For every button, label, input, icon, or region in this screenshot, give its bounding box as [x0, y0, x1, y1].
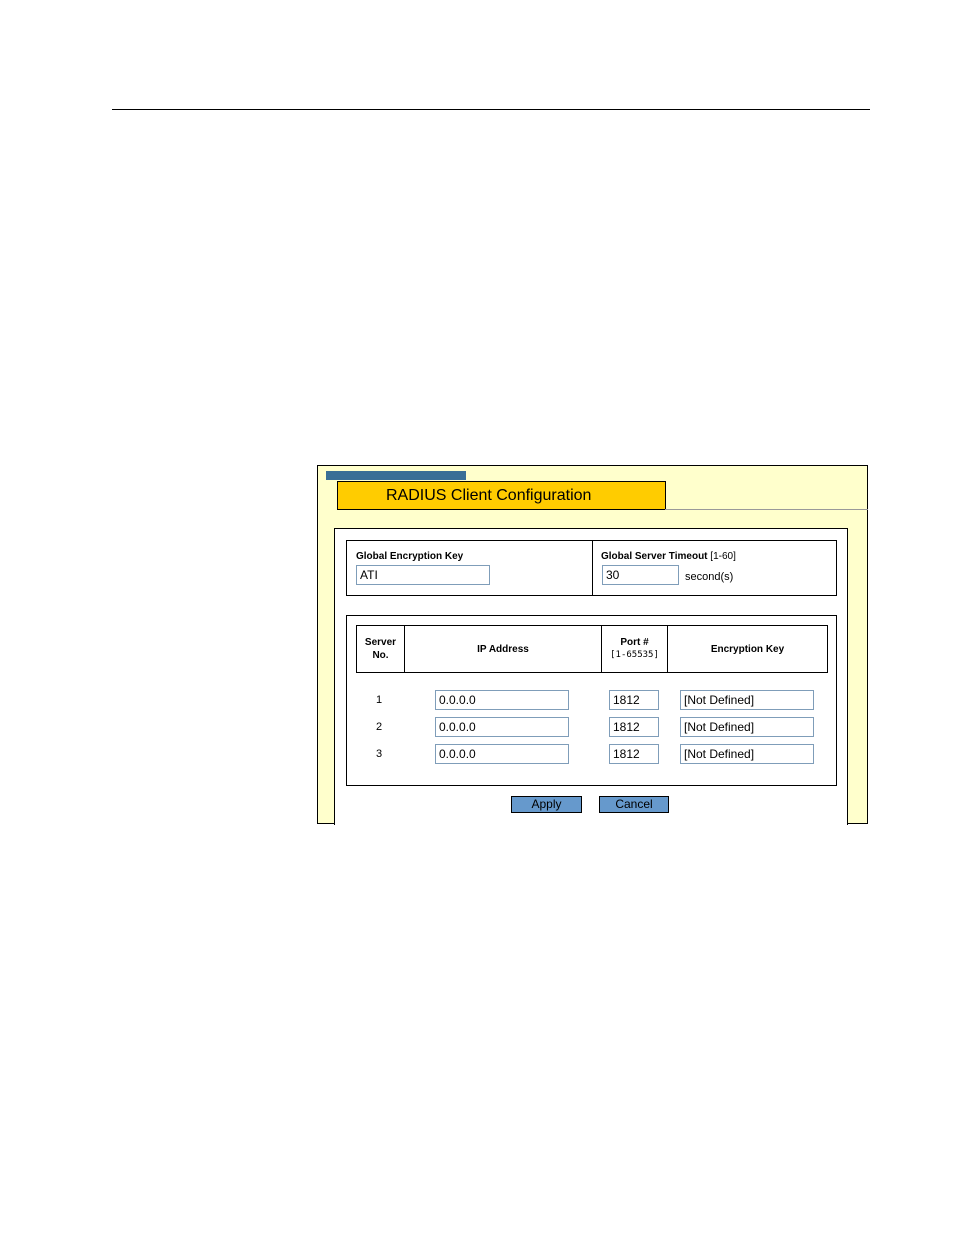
server-no-cell: 1	[375, 694, 383, 706]
server-no-header-line1: Server	[364, 637, 397, 648]
server-3-ip-input[interactable]	[435, 744, 569, 764]
timeout-unit-label: second(s)	[685, 571, 734, 583]
servers-table-header: Server No. IP Address Port # [1-65535] E…	[356, 625, 828, 673]
server-1-ip-input[interactable]	[435, 690, 569, 710]
server-no-header: Server No.	[357, 626, 405, 672]
server-no-cell: 2	[375, 721, 383, 733]
global-settings-box: Global Encryption Key Global Server Time…	[346, 540, 837, 596]
timeout-range-hint: [1-60]	[710, 551, 736, 562]
server-1-port-input[interactable]	[609, 690, 659, 710]
title-divider	[665, 509, 868, 510]
server-2-ip-input[interactable]	[435, 717, 569, 737]
global-divider	[592, 541, 593, 595]
config-panel: Global Encryption Key Global Server Time…	[334, 528, 848, 825]
global-encryption-key-input[interactable]	[356, 565, 490, 585]
cancel-button[interactable]: Cancel	[599, 796, 669, 813]
port-header: Port # [1-65535]	[602, 626, 668, 672]
top-rule	[112, 109, 870, 110]
port-range-hint: [1-65535]	[610, 650, 659, 660]
server-no-cell: 3	[375, 748, 383, 760]
global-server-timeout-label: Global Server Timeout [1-60]	[601, 551, 736, 562]
encryption-key-header-text: Encryption Key	[710, 643, 785, 655]
radius-servers-box: Server No. IP Address Port # [1-65535] E…	[346, 615, 837, 786]
server-3-key-input[interactable]	[680, 744, 814, 764]
radius-config-window: RADIUS Client Configuration Global Encry…	[317, 465, 868, 825]
timeout-label-text: Global Server Timeout	[601, 551, 708, 562]
server-3-port-input[interactable]	[609, 744, 659, 764]
global-encryption-key-label: Global Encryption Key	[356, 551, 464, 562]
tab-strip	[326, 471, 466, 480]
server-2-port-input[interactable]	[609, 717, 659, 737]
server-1-key-input[interactable]	[680, 690, 814, 710]
ip-address-header-text: IP Address	[477, 643, 529, 655]
server-no-header-line2: No.	[372, 650, 389, 661]
window-title: RADIUS Client Configuration	[337, 481, 666, 510]
encryption-key-header: Encryption Key	[668, 626, 827, 672]
global-server-timeout-input[interactable]	[602, 565, 679, 585]
port-header-text: Port #	[620, 637, 649, 648]
apply-button[interactable]: Apply	[511, 796, 582, 813]
server-2-key-input[interactable]	[680, 717, 814, 737]
ip-address-header: IP Address	[405, 626, 602, 672]
